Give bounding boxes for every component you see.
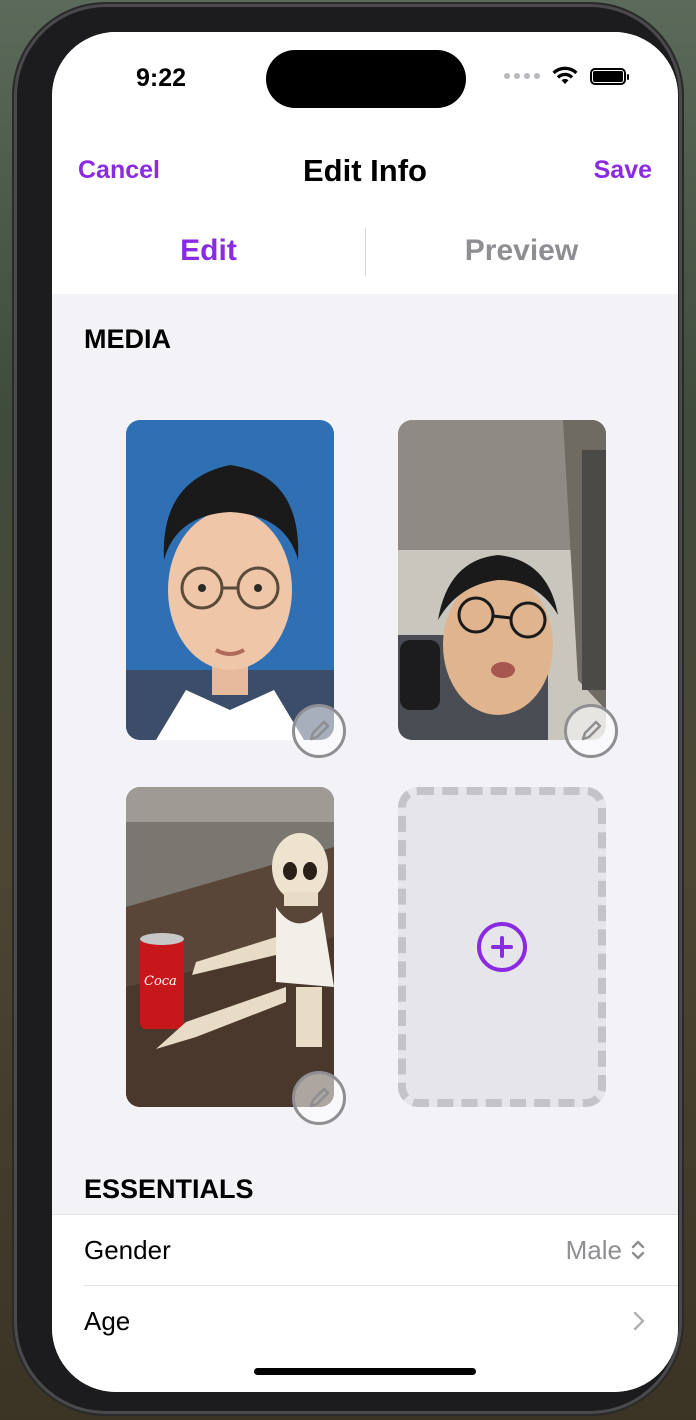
screen: 9:22 Cancel Edit Info Save Edit Preview … [52, 32, 678, 1392]
gender-value[interactable]: Male [566, 1235, 646, 1266]
save-button[interactable]: Save [594, 156, 652, 185]
battery-icon [590, 67, 629, 85]
photo-selfie [398, 420, 606, 740]
phone-frame: 9:22 Cancel Edit Info Save Edit Preview … [14, 4, 682, 1414]
edit-photo-button[interactable] [292, 704, 346, 758]
gender-value-text: Male [565, 1234, 622, 1265]
wifi-icon [552, 66, 578, 84]
age-label: Age [84, 1305, 131, 1336]
essentials-list: Gender Male Age [52, 1214, 678, 1392]
home-indicator [254, 1368, 476, 1375]
segmented-control: Edit Preview [52, 228, 678, 278]
media-section-title: MEDIA [84, 324, 171, 354]
photo-portrait [126, 420, 334, 740]
segment-divider [365, 228, 366, 276]
pencil-icon [309, 720, 330, 741]
status-time: 9:22 [136, 64, 187, 92]
media-photo-2[interactable] [398, 420, 618, 758]
age-row[interactable]: Age [84, 1286, 646, 1356]
add-photo-tile[interactable] [398, 787, 606, 1107]
header: 9:22 Cancel Edit Info Save Edit Preview [52, 32, 678, 294]
chevron-right-icon [633, 1311, 645, 1331]
plus-circle-icon[interactable] [477, 922, 527, 972]
gender-row[interactable]: Gender Male [84, 1215, 646, 1285]
dynamic-island [266, 50, 466, 108]
pencil-icon [309, 1087, 330, 1108]
tab-edit[interactable]: Edit [52, 228, 365, 278]
svg-text:Coca: Coca [144, 974, 177, 989]
media-photo-1[interactable] [126, 420, 346, 758]
chevron-up-down-icon [631, 1240, 645, 1260]
cellular-signal-icon [504, 73, 540, 79]
age-value [632, 1309, 646, 1333]
edit-photo-button[interactable] [292, 1071, 346, 1125]
essentials-section-title: ESSENTIALS [84, 1174, 254, 1204]
gender-label: Gender [84, 1234, 171, 1265]
media-photo-3[interactable]: Coca [126, 787, 346, 1125]
page-title: Edit Info [303, 153, 427, 188]
photo-skeleton: Coca [126, 787, 334, 1107]
pencil-icon [581, 720, 602, 741]
tab-preview[interactable]: Preview [365, 228, 678, 278]
edit-photo-button[interactable] [564, 704, 618, 758]
status-icons [504, 66, 629, 86]
